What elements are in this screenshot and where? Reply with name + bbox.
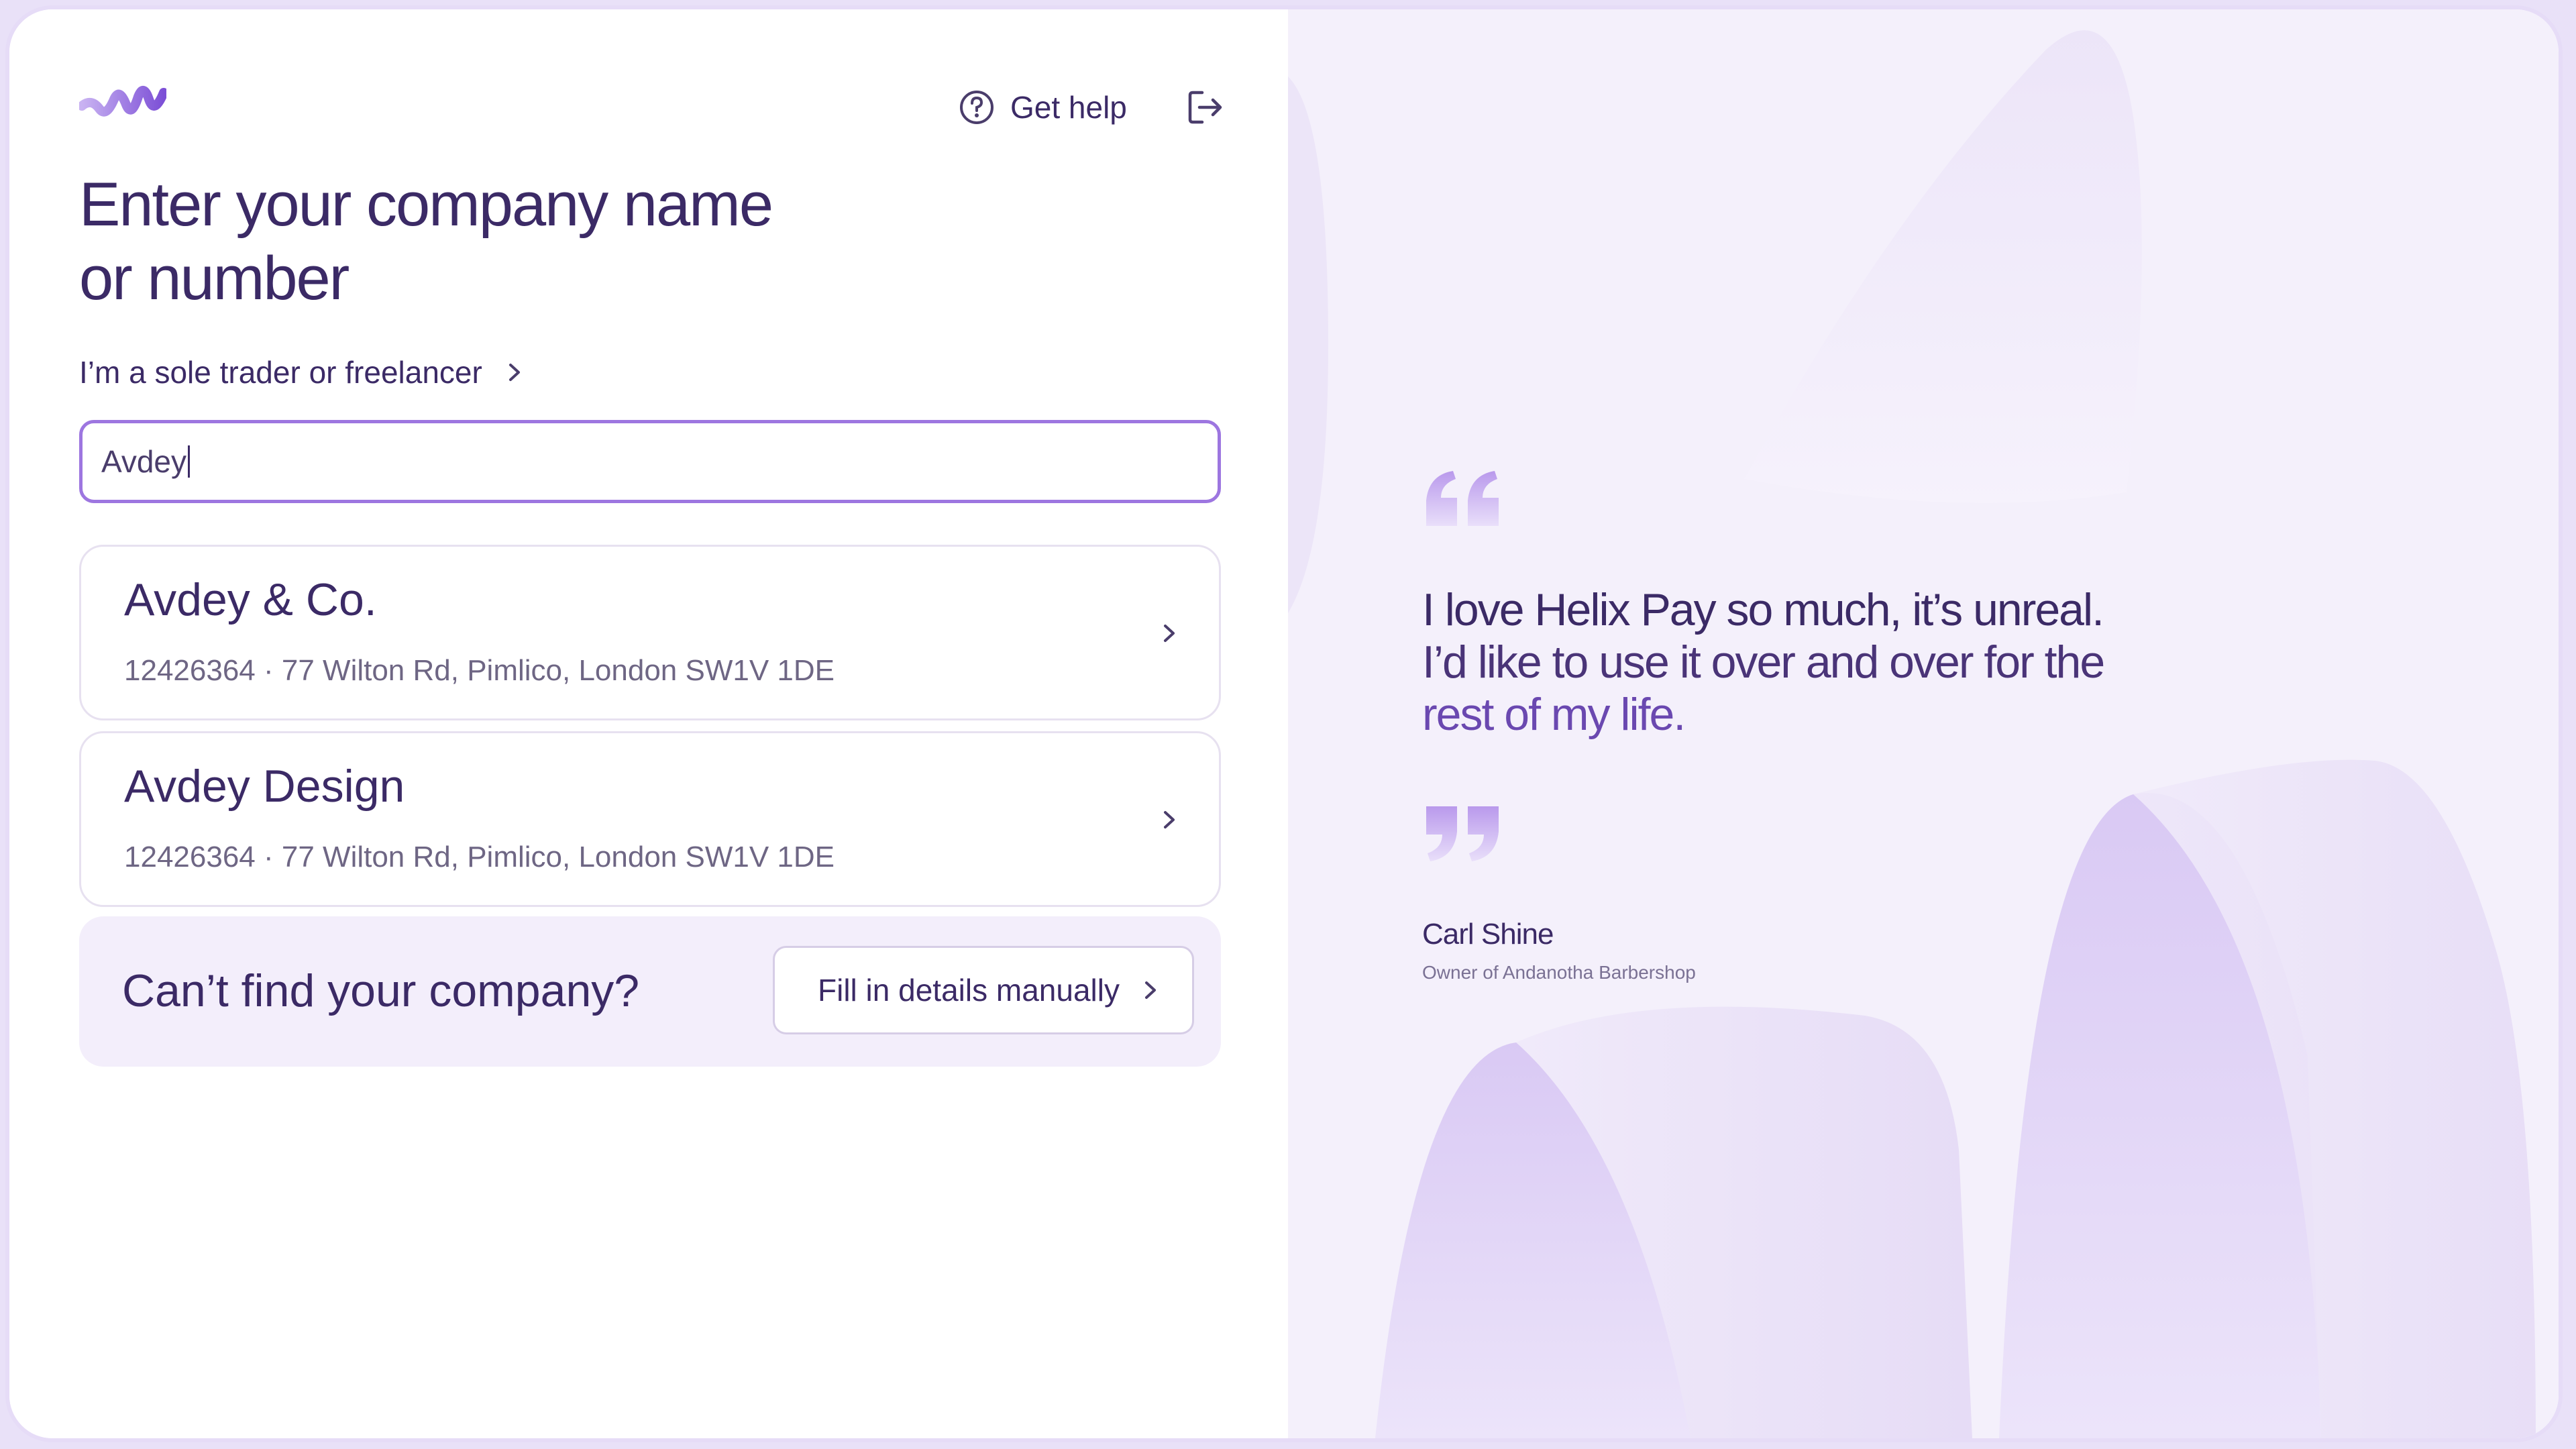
fill-details-manually-label: Fill in details manually	[818, 973, 1120, 1008]
chevron-right-icon	[508, 364, 520, 381]
app-frame: Get help Enter your company name or numb…	[9, 9, 2559, 1438]
testimonial-author: Carl Shine	[1422, 918, 1554, 951]
page-title: Enter your company name or number	[79, 168, 951, 315]
company-result-name: Avdey Design	[124, 761, 405, 812]
fill-details-manually-button[interactable]: Fill in details manually	[773, 946, 1194, 1034]
search-input-value: Avdey	[101, 444, 187, 479]
company-result-details: 12426364 · 77 Wilton Rd, Pimlico, London…	[124, 841, 835, 873]
testimonial-panel: I love Helix Pay so much, it’s unreal. I…	[1288, 9, 2559, 1438]
get-help-label: Get help	[1010, 90, 1127, 125]
form-panel: Get help Enter your company name or numb…	[9, 9, 1288, 1438]
chevron-right-icon	[1164, 625, 1175, 642]
company-result-name: Avdey & Co.	[124, 574, 377, 625]
cant-find-company-label: Can’t find your company?	[122, 965, 640, 1016]
chevron-right-icon	[1164, 811, 1175, 828]
page-title-line-1: Enter your company name	[79, 170, 773, 239]
company-result-item[interactable]: Avdey & Co. 12426364 · 77 Wilton Rd, Pim…	[79, 545, 1221, 720]
sole-trader-link[interactable]: I’m a sole trader or freelancer	[79, 349, 523, 396]
text-cursor	[188, 445, 191, 478]
cant-find-company-panel: Can’t find your company? Fill in details…	[79, 916, 1221, 1067]
quote-close-icon	[1426, 806, 1499, 861]
company-search-input[interactable]: Avdey	[79, 420, 1221, 503]
company-result-item[interactable]: Avdey Design 12426364 · 77 Wilton Rd, Pi…	[79, 731, 1221, 907]
quote-line-1: I love Helix Pay so much, it’s unreal.	[1422, 584, 2104, 635]
sole-trader-label: I’m a sole trader or freelancer	[79, 355, 482, 390]
testimonial-quote: I love Helix Pay so much, it’s unreal. I…	[1422, 584, 2227, 741]
get-help-button[interactable]: Get help	[958, 86, 1127, 129]
quote-open-icon	[1426, 471, 1499, 526]
company-result-details: 12426364 · 77 Wilton Rd, Pimlico, London…	[124, 654, 835, 687]
quote-line-3: rest of my life.	[1422, 689, 1686, 740]
helix-wave-logo-icon	[79, 86, 166, 117]
chevron-right-icon	[1144, 981, 1156, 999]
quote-line-2: I’d like to use it over and over for the	[1422, 637, 2105, 688]
sign-out-icon[interactable]	[1185, 87, 1225, 127]
page-title-line-2: or number	[79, 244, 350, 313]
testimonial-author-role: Owner of Andanotha Barbershop	[1422, 962, 1696, 983]
question-circle-icon	[960, 91, 994, 124]
